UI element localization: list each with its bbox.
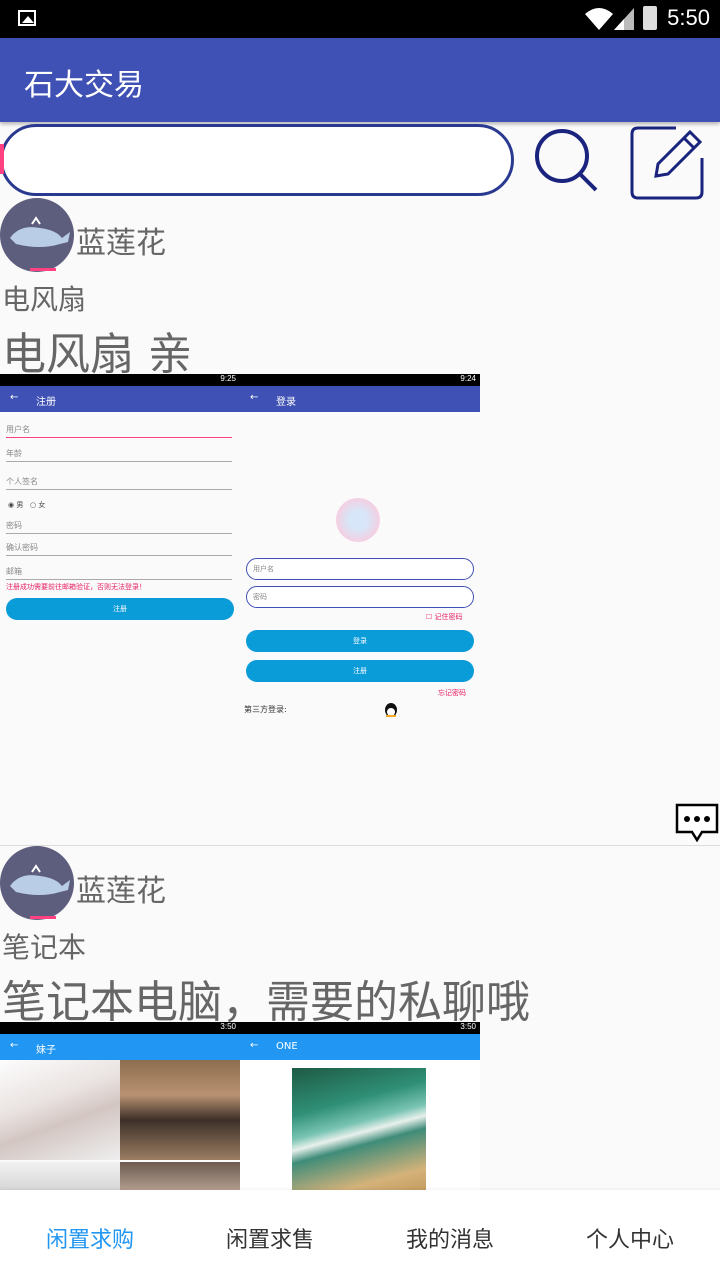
post-image[interactable]: 9:25 ← 注册 用户名 年龄 个人签名 ◉ 男 ○ 女 密码 确认密码 邮箱… — [0, 374, 480, 794]
mini-app-logo — [336, 498, 380, 542]
mini-app-bar: ← 登录 — [240, 386, 480, 412]
mini-app-bar: ← 妹子 — [0, 1034, 240, 1060]
mini-status-bar: 3:50 — [240, 1022, 480, 1034]
mini-forgot: 忘记密码 — [438, 689, 466, 697]
mini-remember: ☐ 记住密码 — [426, 613, 463, 621]
search-cursor-accent — [0, 144, 4, 174]
photo-thumbnail — [0, 1162, 120, 1190]
battery-icon — [643, 6, 657, 30]
tab-profile[interactable]: 个人中心 — [540, 1222, 720, 1254]
mini-password-field: 密码 — [246, 586, 474, 608]
status-time: 5:50 — [667, 5, 710, 30]
mini-status-bar: 3:50 — [0, 1022, 240, 1034]
user-avatar[interactable] — [0, 198, 74, 272]
signal-icon — [614, 8, 634, 30]
post-feed[interactable]: 蓝莲花 电风扇 电风扇 亲 9:25 ← 注册 用户名 年龄 个人签名 ◉ 男 … — [0, 198, 720, 1190]
mini-login-button: 登录 — [246, 630, 474, 652]
post-username[interactable]: 蓝莲花 — [76, 218, 166, 262]
bottom-navigation: 闲置求购 闲置求售 我的消息 个人中心 — [0, 1190, 720, 1280]
mini-field: 邮箱 — [6, 566, 232, 580]
app-title: 石大交易 — [24, 68, 144, 103]
wifi-icon — [585, 8, 613, 30]
photo-thumbnail — [120, 1162, 240, 1190]
gallery-notification-icon — [18, 10, 36, 26]
mini-field: 确认密码 — [6, 542, 232, 556]
post-image[interactable]: 3:50 ← 妹子 3:50 ← ONE — [0, 1022, 480, 1190]
mini-field: 用户名 — [6, 424, 232, 438]
search-row — [0, 122, 720, 200]
tab-wanted[interactable]: 闲置求购 — [0, 1222, 180, 1254]
mini-status-bar: 9:25 — [0, 374, 240, 386]
back-arrow-icon: ← — [250, 392, 259, 403]
search-icon[interactable] — [532, 126, 602, 196]
mini-status-time: 9:24 — [460, 374, 476, 383]
back-arrow-icon: ← — [10, 1040, 19, 1051]
mini-field: 年龄 — [6, 448, 232, 462]
avatar-accent — [30, 916, 56, 919]
mini-register-button: 注册 — [6, 598, 234, 620]
mini-field: 密码 — [6, 520, 232, 534]
chat-bubble-icon[interactable] — [674, 802, 720, 842]
mini-app-bar: ← ONE — [240, 1034, 480, 1060]
mini-register-button: 注册 — [246, 660, 474, 682]
qq-penguin-icon — [385, 703, 397, 717]
post-card[interactable]: 蓝莲花 电风扇 电风扇 亲 9:25 ← 注册 用户名 年龄 个人签名 ◉ 男 … — [0, 198, 720, 846]
app-bar: 石大交易 — [0, 38, 720, 122]
post-card[interactable]: 蓝莲花 笔记本 笔记本电脑，需要的私聊哦 3:50 ← 妹子 3:50 ← ON… — [0, 846, 720, 1190]
mini-radio-male: ◉ 男 ○ 女 — [8, 501, 46, 509]
tab-for-sale[interactable]: 闲置求售 — [180, 1222, 360, 1254]
mini-app-bar: ← 注册 — [0, 386, 240, 412]
mini-bar-title: 注册 — [36, 397, 56, 408]
whale-icon — [10, 864, 70, 895]
mini-username-field: 用户名 — [246, 558, 474, 580]
post-username[interactable]: 蓝莲花 — [76, 866, 166, 910]
mini-field: 个人签名 — [6, 476, 232, 490]
mini-status-time: 3:50 — [220, 1022, 236, 1031]
gallery-screenshot: 3:50 ← 妹子 — [0, 1022, 240, 1190]
mini-status-time: 3:50 — [460, 1022, 476, 1031]
whale-icon — [10, 216, 70, 247]
post-description: 笔记本电脑，需要的私聊哦 — [2, 977, 530, 1028]
post-title: 笔记本 — [2, 931, 87, 964]
search-input[interactable] — [0, 124, 514, 196]
avatar-accent — [30, 268, 56, 271]
mini-third-party: 第三方登录: — [244, 705, 287, 714]
edit-post-icon[interactable] — [630, 124, 706, 200]
status-bar: 5:50 — [0, 0, 720, 38]
photo-thumbnail — [120, 1060, 240, 1160]
mini-bar-title: ONE — [276, 1041, 298, 1052]
tab-messages[interactable]: 我的消息 — [360, 1222, 540, 1254]
back-arrow-icon: ← — [250, 1040, 259, 1051]
mini-status-time: 9:25 — [220, 374, 236, 383]
mini-notice: 注册成功需要前往邮箱验证，否则无法登录！ — [6, 583, 146, 591]
photo-thumbnail — [292, 1068, 426, 1190]
one-screenshot: 3:50 ← ONE — [240, 1022, 480, 1190]
user-avatar[interactable] — [0, 846, 74, 920]
photo-thumbnail — [0, 1060, 120, 1160]
mini-status-bar: 9:24 — [240, 374, 480, 386]
post-title: 电风扇 — [2, 283, 87, 316]
login-screenshot: 9:24 ← 登录 用户名 密码 ☐ 记住密码 登录 注册 忘记密码 第三方登录… — [240, 374, 480, 794]
mini-bar-title: 登录 — [276, 397, 296, 408]
post-description: 电风扇 亲 — [2, 329, 192, 380]
mini-bar-title: 妹子 — [36, 1045, 56, 1056]
back-arrow-icon: ← — [10, 392, 19, 403]
register-screenshot: 9:25 ← 注册 用户名 年龄 个人签名 ◉ 男 ○ 女 密码 确认密码 邮箱… — [0, 374, 240, 794]
